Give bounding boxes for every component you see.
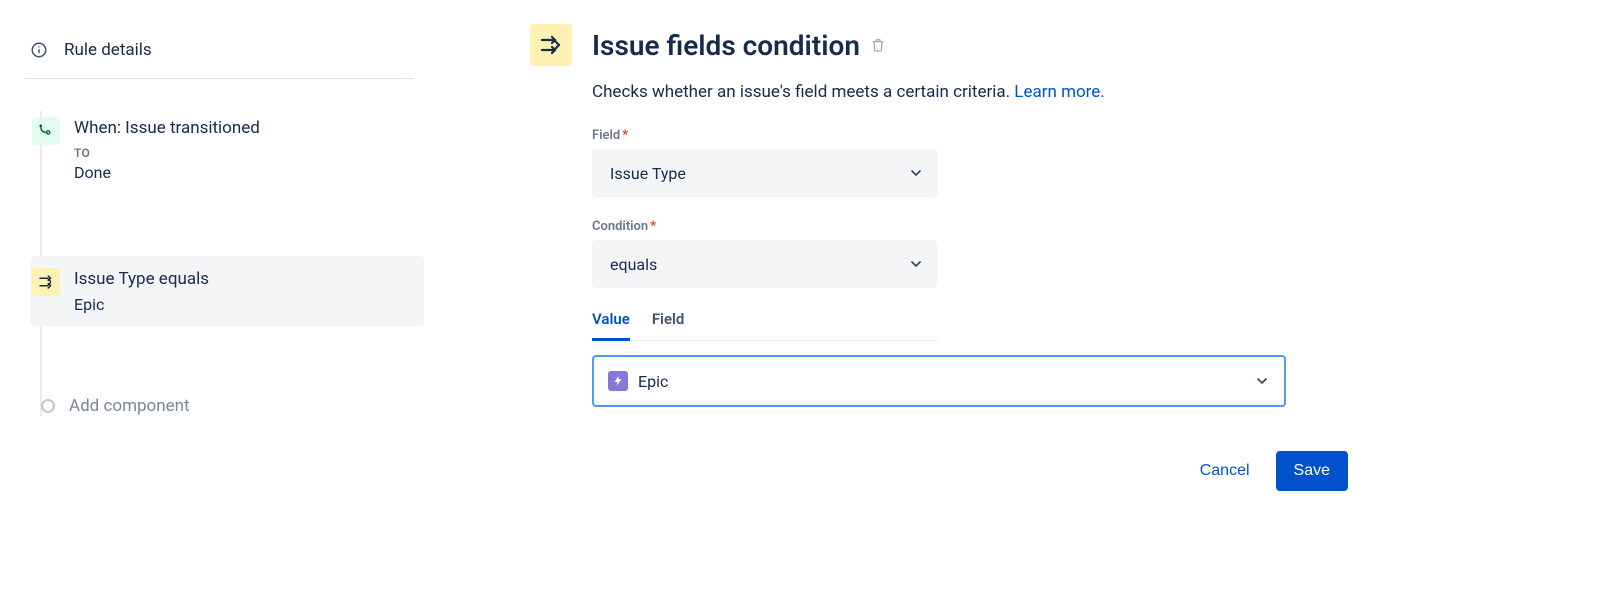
form-actions: Cancel Save <box>592 451 1348 491</box>
condition-sub-value: Epic <box>74 295 209 314</box>
condition-select-value: equals <box>610 255 657 274</box>
condition-icon <box>32 268 60 296</box>
value-select[interactable]: Epic <box>592 355 1286 407</box>
field-select[interactable]: Issue Type <box>592 149 938 197</box>
trigger-icon <box>32 117 60 145</box>
trigger-title: When: Issue transitioned <box>74 118 260 138</box>
add-component-label: Add component <box>69 396 190 416</box>
condition-select[interactable]: equals <box>592 240 938 288</box>
panel-description: Checks whether an issue's field meets a … <box>592 82 1348 102</box>
field-select-value: Issue Type <box>610 164 686 183</box>
value-select-text: Epic <box>638 372 668 391</box>
chevron-down-icon <box>908 256 924 272</box>
condition-step-content: Issue Type equals Epic <box>74 268 209 314</box>
panel-title: Issue fields condition <box>592 29 860 62</box>
condition-config-panel: Issue fields condition Checks whether an… <box>440 0 1348 609</box>
rule-timeline: When: Issue transitioned TO Done Issue T… <box>24 105 424 416</box>
timeline-step-condition[interactable]: Issue Type equals Epic <box>30 256 424 326</box>
value-select-left: Epic <box>608 371 668 391</box>
chevron-down-icon <box>908 165 924 181</box>
info-icon <box>30 41 48 59</box>
timeline-step-trigger[interactable]: When: Issue transitioned TO Done <box>30 105 424 194</box>
condition-title: Issue Type equals <box>74 269 209 289</box>
delete-icon[interactable] <box>870 37 886 53</box>
cancel-button[interactable]: Cancel <box>1192 452 1258 490</box>
trigger-sub-value: Done <box>74 163 260 182</box>
trigger-sub-label: TO <box>74 146 260 160</box>
condition-label: Condition* <box>592 219 1348 234</box>
condition-form: Field* Issue Type Condition* equals Valu… <box>592 128 1348 491</box>
field-label-text: Field <box>592 128 620 143</box>
panel-header: Issue fields condition <box>530 24 1348 66</box>
condition-label-text: Condition <box>592 219 648 234</box>
tab-value[interactable]: Value <box>592 310 630 341</box>
value-field-tabs: Value Field <box>592 310 938 341</box>
panel-title-row: Issue fields condition <box>592 29 886 62</box>
field-label: Field* <box>592 128 1348 143</box>
chevron-down-icon <box>1254 373 1270 389</box>
epic-icon <box>608 371 628 391</box>
panel-header-icon <box>530 24 572 66</box>
rule-sidebar: Rule details When: Issue transitioned TO… <box>0 0 440 609</box>
rule-details-header[interactable]: Rule details <box>24 40 414 79</box>
required-asterisk: * <box>650 219 656 234</box>
rule-details-label: Rule details <box>64 40 152 60</box>
add-component-circle-icon <box>41 399 55 413</box>
panel-description-text: Checks whether an issue's field meets a … <box>592 82 1014 102</box>
required-asterisk: * <box>622 128 628 143</box>
trigger-step-content: When: Issue transitioned TO Done <box>74 117 260 182</box>
learn-more-link[interactable]: Learn more. <box>1014 82 1105 102</box>
save-button[interactable]: Save <box>1276 451 1348 491</box>
add-component[interactable]: Add component <box>30 396 424 416</box>
tab-field[interactable]: Field <box>652 310 685 341</box>
